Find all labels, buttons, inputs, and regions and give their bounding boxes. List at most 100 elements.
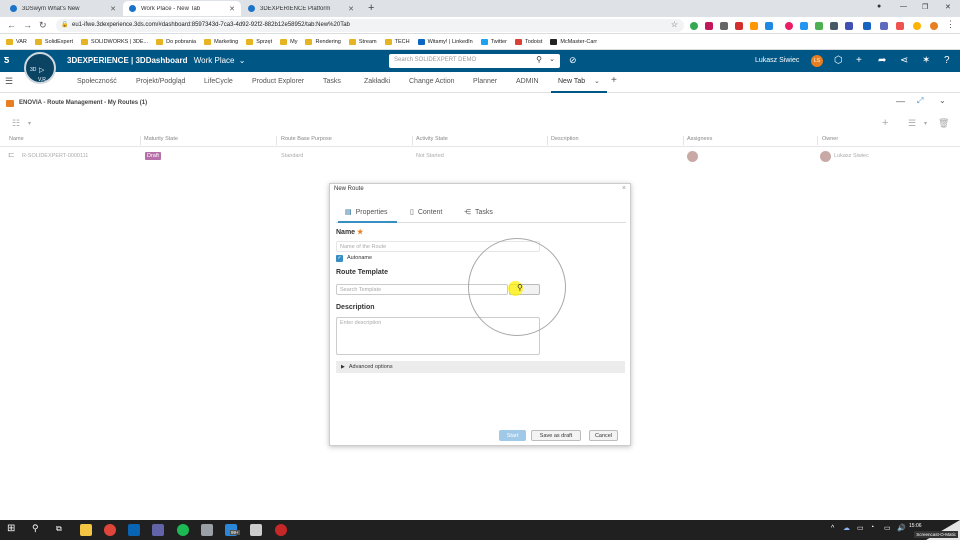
user-name[interactable]: Lukasz Siwiec [755, 57, 799, 64]
notifications-icon[interactable]: ⬡ [834, 55, 843, 66]
close-icon[interactable]: × [622, 185, 626, 192]
extension-icon[interactable] [720, 22, 728, 30]
extension-icon[interactable] [880, 22, 888, 30]
tab-lifecycle[interactable]: LifeCycle [204, 78, 233, 85]
minimize-widget-icon[interactable]: — [896, 96, 905, 106]
start-button[interactable]: Start [499, 430, 526, 441]
column-header[interactable]: Name [9, 136, 24, 142]
database-icon[interactable] [250, 524, 262, 536]
bookmark-item[interactable]: SOLIDWORKS | 3DE... [81, 38, 148, 45]
browser-tab-active[interactable]: Work Place - New Tab ✕ [123, 1, 241, 16]
close-tab-icon[interactable]: ✕ [229, 5, 235, 13]
add-route-icon[interactable]: + [882, 117, 888, 129]
bookmark-item[interactable]: Stream [348, 38, 377, 45]
teams-icon[interactable] [152, 524, 164, 536]
app-title[interactable]: 3DEXPERIENCE | 3DDashboard Work Place ⌄ [67, 56, 245, 65]
bookmark-item[interactable]: TECH [384, 38, 410, 45]
tab-new-tab[interactable]: New Tab [558, 78, 585, 85]
bookmark-item[interactable]: Witamy! | LinkedIn [417, 38, 473, 45]
owner-avatar[interactable] [820, 151, 831, 162]
maximize-icon[interactable]: ❐ [922, 3, 928, 11]
bookmark-item[interactable]: Todoist [514, 38, 542, 45]
column-header[interactable]: Activity State [416, 136, 448, 142]
app-icon[interactable] [201, 524, 213, 536]
expand-icon[interactable]: ⤢ [917, 96, 923, 106]
search-icon[interactable]: ⚲ [32, 523, 39, 534]
chrome-icon[interactable] [104, 524, 116, 536]
add-icon[interactable]: + [856, 55, 862, 66]
assignee-avatar[interactable] [687, 151, 698, 162]
tab-tasks[interactable]: ⋲ Tasks [464, 208, 493, 216]
bookmark-item[interactable]: Twitter [480, 38, 507, 45]
bookmark-item[interactable]: My [280, 38, 297, 45]
tab-projekt[interactable]: Projekt/Podgląd [136, 78, 185, 85]
profile-avatar[interactable] [930, 22, 938, 30]
windows-start-icon[interactable]: ⊞ [7, 523, 15, 534]
column-header[interactable]: Assignees [687, 136, 712, 142]
tray-chevron-icon[interactable]: ^ [831, 525, 834, 532]
new-tab-icon[interactable]: + [368, 2, 374, 14]
name-field[interactable]: Name of the Route [336, 241, 540, 252]
tab-product-explorer[interactable]: Product Explorer [252, 78, 304, 85]
tab-zakladki[interactable]: Zakładki [364, 78, 390, 85]
task-view-icon[interactable]: ⧉ [56, 524, 62, 534]
bookmark-item[interactable]: Rendering [305, 38, 341, 45]
tab-planner[interactable]: Planner [473, 78, 497, 85]
chevron-down-icon[interactable]: ⌄ [549, 55, 555, 63]
caret-down-icon[interactable]: ▾ [28, 120, 31, 127]
bookmark-item[interactable]: Sprzęt [246, 38, 272, 45]
chevron-down-icon[interactable]: ⌄ [939, 96, 946, 105]
extension-icon[interactable] [830, 22, 838, 30]
extension-icon[interactable] [705, 22, 713, 30]
extension-icon[interactable] [913, 22, 921, 30]
record-icon[interactable]: ● [877, 3, 881, 10]
forward-icon[interactable]: → [23, 20, 32, 30]
apps-icon[interactable]: ✶ [922, 55, 930, 66]
volume-icon[interactable]: 🔊 [897, 524, 906, 532]
close-tab-icon[interactable]: ✕ [110, 5, 116, 13]
bookmark-item[interactable]: Marketing [204, 38, 238, 45]
url-field[interactable]: 🔒 eu1-ifwe.3dexperience.3ds.com/#dashboa… [56, 19, 684, 32]
bookmark-star-icon[interactable]: ☆ [671, 20, 678, 29]
cloud-icon[interactable]: ☁ [843, 524, 850, 532]
sidebar-toggle-icon[interactable]: ☰ [5, 76, 13, 87]
filter-icon[interactable]: ☷ [12, 118, 20, 129]
close-tab-icon[interactable]: ✕ [348, 5, 354, 13]
extension-icon[interactable] [845, 22, 853, 30]
save-as-draft-button[interactable]: Save as draft [531, 430, 581, 441]
extension-icon[interactable] [863, 22, 871, 30]
extension-icon[interactable] [750, 22, 758, 30]
help-icon[interactable]: ? [944, 55, 950, 66]
browser-tab[interactable]: 3DSwym What's New ✕ [4, 1, 122, 16]
battery-icon[interactable]: ▭ [884, 524, 891, 532]
column-header[interactable]: Owner [822, 136, 838, 142]
bookmark-item[interactable]: Do pobrania [156, 38, 196, 45]
tab-content[interactable]: ▯ Content [410, 208, 442, 216]
advanced-options-toggle[interactable]: ▶ Advanced options [336, 361, 625, 373]
list-view-icon[interactable]: ☰ [908, 118, 916, 129]
extension-icon[interactable] [896, 22, 904, 30]
avatar[interactable]: LS [811, 55, 823, 67]
column-header[interactable]: Route Base Purpose [281, 136, 332, 142]
tray-icon[interactable]: ▭ [857, 524, 864, 532]
compass-button[interactable]: 3D ▷ V,R [24, 52, 56, 84]
bookmark-item[interactable]: SolidExpert [34, 38, 73, 45]
description-field[interactable]: Enter description [336, 317, 540, 355]
tag-icon[interactable]: ⊘ [569, 55, 577, 66]
cancel-button[interactable]: Cancel [589, 430, 618, 441]
back-icon[interactable]: ← [7, 20, 16, 30]
extension-icon[interactable] [735, 22, 743, 30]
tab-properties[interactable]: ▤ Properties [345, 208, 388, 216]
add-tab-icon[interactable]: + [611, 75, 617, 86]
share-icon[interactable]: ➦ [878, 55, 886, 66]
reload-icon[interactable]: ↻ [39, 20, 47, 31]
extension-icon[interactable] [785, 22, 793, 30]
extension-icon[interactable] [815, 22, 823, 30]
column-header[interactable]: Maturity State [144, 136, 178, 142]
tab-tasks[interactable]: Tasks [323, 78, 341, 85]
browser-tab[interactable]: 3DEXPERIENCE Platform ✕ [242, 1, 360, 16]
extension-icon[interactable] [690, 22, 698, 30]
minimize-icon[interactable]: — [900, 3, 907, 10]
bookmark-item[interactable]: McMaster-Carr [550, 38, 597, 45]
spotify-icon[interactable] [177, 524, 189, 536]
